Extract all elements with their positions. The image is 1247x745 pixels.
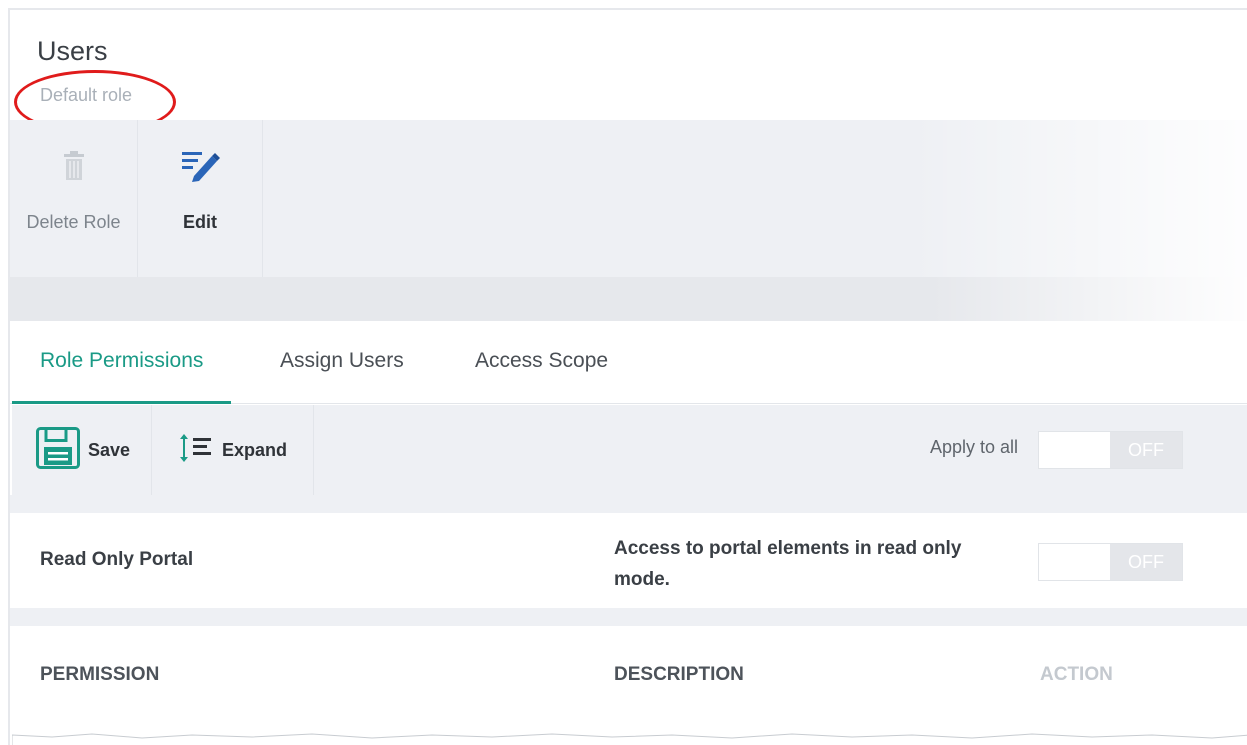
tab-bar: Role Permissions Assign Users Access Sco… <box>10 321 1247 404</box>
apply-to-all-label: Apply to all <box>930 437 1019 457</box>
role-toolbar: Delete Role Edit <box>10 120 1247 277</box>
delete-role-button[interactable]: Delete Role <box>10 120 138 277</box>
read-only-portal-toggle[interactable]: OFF <box>1038 543 1183 581</box>
delete-role-label: Delete Role <box>26 212 121 232</box>
permission-description: Access to portal elements in read only m… <box>614 538 962 590</box>
trash-icon <box>62 148 86 184</box>
section-divider <box>10 277 1247 321</box>
permission-name: Read Only Portal <box>40 549 194 570</box>
tab-assign-users[interactable]: Assign Users <box>252 349 432 404</box>
column-header-permission: PERMISSION <box>40 664 160 685</box>
column-header-description: DESCRIPTION <box>614 664 744 685</box>
tab-role-permissions[interactable]: Role Permissions <box>12 349 232 404</box>
edit-button[interactable]: Edit <box>138 120 263 277</box>
save-button[interactable]: Save <box>12 405 152 495</box>
edit-label: Edit <box>183 212 217 232</box>
expand-label: Expand <box>222 439 288 460</box>
toolbar-fade <box>909 120 1247 277</box>
apply-to-all-toggle[interactable]: OFF <box>1038 431 1183 469</box>
pencil-lines-icon <box>180 148 220 184</box>
torn-edge <box>12 733 1247 745</box>
column-header-action: ACTION <box>1040 664 1113 685</box>
role-panel: Users Default role Delete Role Edit Role… <box>8 8 1247 745</box>
divider-fade <box>929 277 1247 321</box>
table-header: PERMISSION DESCRIPTION ACTION <box>12 626 1247 745</box>
floppy-disk-icon <box>36 426 80 474</box>
expand-list-icon <box>180 433 214 467</box>
toggle-state: OFF <box>1110 432 1182 468</box>
permission-row: Read Only Portal Access to portal elemen… <box>12 513 1247 608</box>
toggle-state: OFF <box>1110 544 1182 580</box>
expand-button[interactable]: Expand <box>152 405 314 495</box>
row-divider <box>10 495 1247 513</box>
tab-access-scope[interactable]: Access Scope <box>447 349 636 404</box>
page-title: Users <box>37 36 108 66</box>
row-divider <box>10 608 1247 626</box>
save-label: Save <box>88 439 131 460</box>
permissions-action-bar: Save Expand Apply to all OFF <box>12 405 1247 495</box>
